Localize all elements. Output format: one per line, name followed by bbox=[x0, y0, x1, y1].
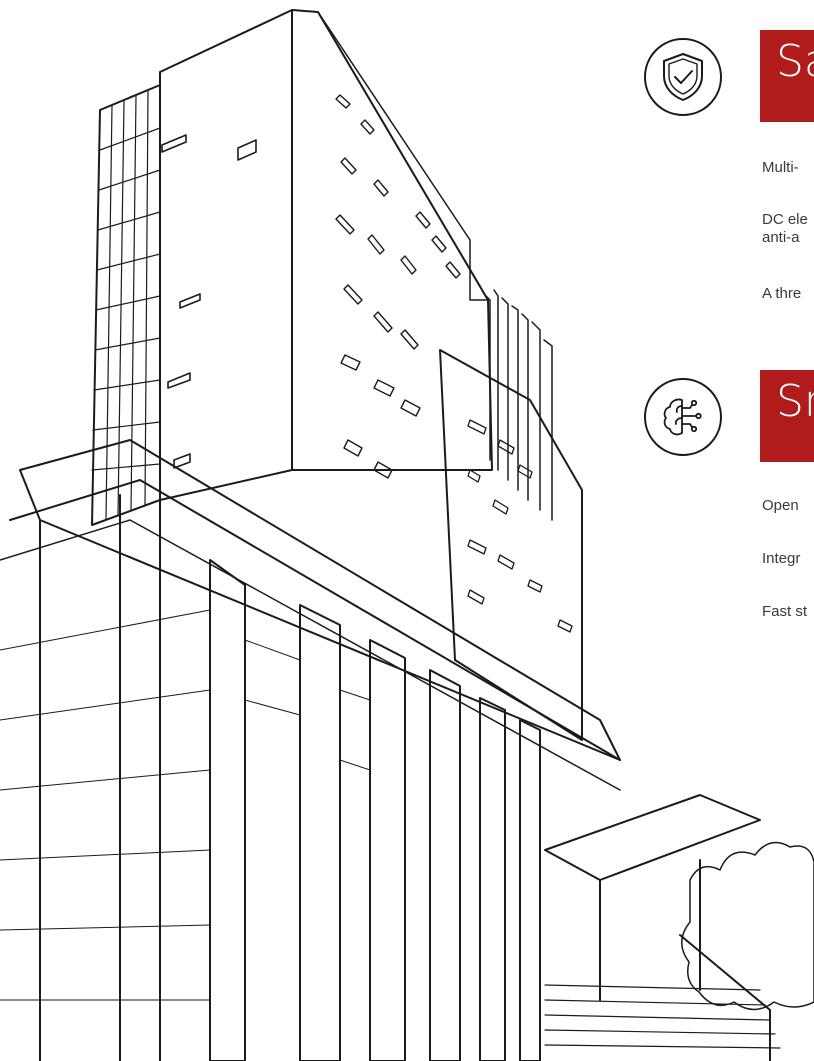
section-title-safety: Sa bbox=[760, 30, 814, 122]
building-illustration bbox=[0, 9, 814, 1061]
shield-check-icon bbox=[644, 38, 722, 116]
feature-line: A thre bbox=[762, 285, 802, 302]
feature-line: Integr bbox=[762, 550, 801, 567]
feature-line: Open bbox=[762, 497, 799, 514]
section-title-smart: Sn bbox=[760, 370, 814, 462]
feature-line: DC ele bbox=[762, 211, 808, 228]
section-title-text: Sn bbox=[776, 376, 814, 427]
feature-line: Fast st bbox=[762, 603, 808, 620]
feature-line: Multi- bbox=[762, 159, 799, 176]
feature-line: anti-a bbox=[762, 229, 800, 246]
section-title-text: Sa bbox=[776, 36, 814, 87]
brain-circuit-icon bbox=[644, 378, 722, 456]
